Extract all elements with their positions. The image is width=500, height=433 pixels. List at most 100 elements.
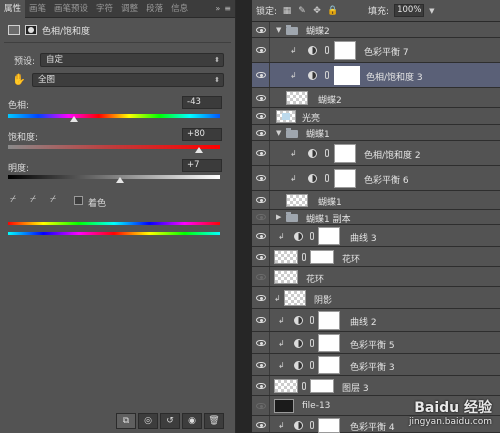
visibility-eye-icon[interactable]: ◉ [182,413,202,429]
tab-properties[interactable]: 属性 [0,0,26,18]
link-icon[interactable] [325,71,329,79]
layer-row-selected[interactable]: ↲ 色相/饱和度 3 [252,63,500,88]
layer-mask-thumbnail[interactable] [310,379,334,393]
link-icon[interactable] [325,149,329,157]
hue-slider-track[interactable] [8,114,220,118]
link-icon[interactable] [302,253,306,261]
layer-thumbnail[interactable] [274,250,298,264]
visibility-eye-icon[interactable] [256,340,266,346]
visibility-eye-icon[interactable] [256,403,266,409]
visibility-eye-icon[interactable] [256,295,266,301]
trash-icon[interactable]: 🗑 [204,413,224,429]
tab-brush-presets[interactable]: 画笔预设 [50,0,92,18]
layer-mask-thumbnail[interactable] [310,250,334,264]
layer-mask-thumbnail[interactable] [334,169,356,188]
layer-row[interactable]: ↲ 曲线 2 [252,309,500,332]
layer-row[interactable]: 蝴蝶2 [252,88,500,108]
lock-all-icon[interactable]: 🔒 [327,6,338,16]
layer-mask-thumbnail[interactable] [318,334,340,352]
target-hand-icon[interactable]: ✋ [12,73,26,86]
visibility-eye-icon[interactable] [256,175,266,181]
layer-thumbnail[interactable] [286,91,308,105]
lock-move-icon[interactable]: ✥ [312,6,322,16]
layer-row[interactable]: ↲ 色彩平衡 3 [252,354,500,376]
visibility-eye-icon[interactable] [256,113,266,119]
eyedropper-plus-icon[interactable]: ⌿ [30,195,40,205]
visibility-eye-icon[interactable] [256,27,266,33]
saturation-slider-track[interactable] [8,145,220,149]
link-icon[interactable] [310,361,314,369]
tab-character[interactable]: 字符 [92,0,117,18]
saturation-input[interactable]: +80 [182,128,222,141]
panel-menu-icon[interactable]: ≡ [224,4,231,13]
visibility-eye-icon[interactable] [256,233,266,239]
eyedropper-icon[interactable]: ⌿ [10,195,20,205]
link-icon[interactable] [310,339,314,347]
layer-row[interactable]: ↲ 色彩平衡 6 [252,166,500,191]
layer-mask-thumbnail[interactable] [334,66,360,85]
layer-row[interactable]: ↲ 色彩平衡 5 [252,332,500,354]
link-icon[interactable] [302,382,306,390]
lightness-slider-track[interactable] [8,175,220,179]
adjustment-icon[interactable] [8,25,20,35]
visibility-eye-icon[interactable] [256,214,266,220]
visibility-eye-icon[interactable] [256,197,266,203]
tab-brush[interactable]: 画笔 [25,0,50,18]
visibility-eye-icon[interactable] [256,383,266,389]
twirl-right-icon[interactable]: ▶ [276,213,281,221]
tab-info[interactable]: 信息 [167,0,192,18]
channel-select[interactable]: 全图 ⬍ [32,73,224,87]
saturation-slider-thumb[interactable] [194,147,203,153]
layer-mask-thumbnail[interactable] [318,311,340,330]
layer-thumbnail[interactable] [284,290,306,306]
link-icon[interactable] [310,232,314,240]
visibility-eye-icon[interactable] [256,317,266,323]
clip-to-layer-icon[interactable]: ⧉ [116,413,136,429]
layer-mask-thumbnail[interactable] [318,418,340,433]
visibility-eye-icon[interactable] [256,362,266,368]
layer-thumbnail[interactable] [274,270,298,284]
layer-row[interactable]: ↲ 色彩平衡 7 [252,38,500,63]
link-icon[interactable] [310,421,314,429]
layer-row[interactable]: ↲ 曲线 3 [252,225,500,247]
visibility-eye-icon[interactable] [256,130,266,136]
layer-group-row[interactable]: ▼ 蝴蝶2 [252,22,500,38]
layer-row[interactable]: 花环 [252,267,500,287]
lock-transparent-icon[interactable]: ▦ [282,6,292,16]
layer-thumbnail[interactable] [274,399,294,413]
layer-row[interactable]: 光亮 [252,108,500,125]
view-previous-icon[interactable]: ◎ [138,413,158,429]
visibility-eye-icon[interactable] [256,274,266,280]
layer-mask-thumbnail[interactable] [318,356,340,374]
layer-group-row[interactable]: ▶ 蝴蝶1 副本 [252,210,500,225]
fill-input[interactable]: 100% [394,4,425,17]
layer-row[interactable]: 蝴蝶1 [252,191,500,210]
visibility-eye-icon[interactable] [256,254,266,260]
reset-icon[interactable]: ↺ [160,413,180,429]
lock-paint-icon[interactable]: ✎ [297,6,307,16]
twirl-down-icon[interactable]: ▼ [276,26,281,34]
layer-group-row[interactable]: ▼ 蝴蝶1 [252,125,500,141]
lightness-slider-thumb[interactable] [116,177,125,183]
fill-dropdown-icon[interactable]: ▼ [429,7,434,15]
visibility-eye-icon[interactable] [256,95,266,101]
colorize-checkbox[interactable] [74,196,83,205]
visibility-eye-icon[interactable] [256,150,266,156]
hue-input[interactable]: -43 [182,96,222,109]
link-icon[interactable] [325,46,329,54]
mask-icon[interactable] [25,25,37,35]
tab-paragraph[interactable]: 段落 [142,0,167,18]
visibility-eye-icon[interactable] [256,422,266,428]
link-icon[interactable] [310,316,314,324]
preset-select[interactable]: 自定 ⬍ [40,53,224,67]
layer-mask-thumbnail[interactable] [334,41,356,60]
eyedropper-minus-icon[interactable]: ⌿ [50,195,60,205]
layer-row[interactable]: 图层 3 [252,376,500,396]
layer-row[interactable]: ↲ 阴影 [252,287,500,309]
layer-thumbnail[interactable] [286,194,308,207]
twirl-down-icon[interactable]: ▼ [276,129,281,137]
lightness-input[interactable]: +7 [182,159,222,172]
layer-row[interactable]: ↲ 色相/饱和度 2 [252,141,500,166]
layer-mask-thumbnail[interactable] [334,144,356,163]
hue-slider-thumb[interactable] [69,116,78,122]
